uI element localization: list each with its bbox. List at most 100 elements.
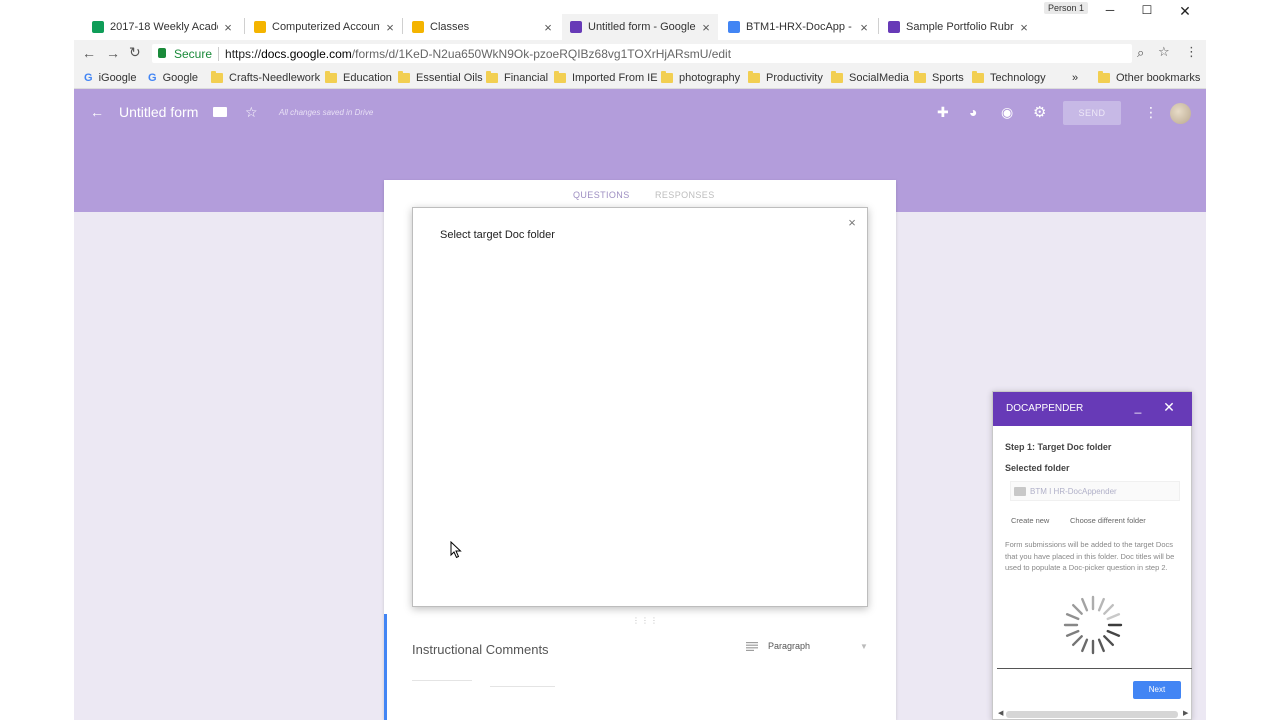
desktop-right-margin: [1206, 0, 1280, 720]
tab-label: 2017-18 Weekly Academ: [110, 21, 218, 33]
minimize-window-button[interactable]: ─: [1098, 3, 1122, 21]
folder-icon: [1098, 71, 1110, 83]
folder-icon: [831, 71, 843, 83]
bookmark-sports[interactable]: Sports: [914, 71, 964, 85]
tab-label: Sample Portfolio Rubric: [906, 21, 1014, 33]
browser-tab-docapp[interactable]: BTM1-HRX-DocApp - Go ×: [720, 14, 876, 40]
addons-icon[interactable]: ✚: [937, 104, 949, 121]
browser-tab-untitled-form[interactable]: Untitled form - Google F ×: [562, 14, 718, 40]
loading-spinner-icon: [1063, 595, 1123, 655]
tab-label: Computerized Accounting: [272, 21, 380, 33]
scroll-left-icon[interactable]: ◀: [998, 709, 1003, 717]
send-button[interactable]: SEND: [1063, 101, 1121, 125]
tab-questions[interactable]: QUESTIONS: [573, 190, 630, 200]
bookmark-star-icon[interactable]: ☆: [1158, 44, 1170, 60]
paragraph-icon: [746, 642, 758, 651]
browser-tab-weekly[interactable]: 2017-18 Weekly Academ ×: [84, 14, 240, 40]
question-card[interactable]: [384, 614, 896, 720]
close-panel-button[interactable]: ✕: [1162, 399, 1176, 416]
google-icon: G: [84, 72, 93, 84]
bookmark-label: photography: [679, 72, 741, 84]
bookmark-crafts[interactable]: Crafts-Needlework: [211, 71, 320, 85]
bookmark-label: Financial: [504, 72, 549, 84]
bookmark-education[interactable]: Education: [325, 71, 392, 85]
bookmark-google[interactable]: G Google: [148, 71, 198, 85]
google-icon: G: [148, 72, 157, 84]
scroll-right-icon[interactable]: ▶: [1183, 709, 1188, 717]
bookmark-label: Google: [162, 72, 199, 84]
folder-name: BTM I HR-DocAppender: [1030, 486, 1117, 496]
avatar[interactable]: [1170, 103, 1191, 124]
question-title[interactable]: Instructional Comments: [412, 642, 549, 657]
bookmark-productivity[interactable]: Productivity: [748, 71, 823, 85]
back-arrow-icon[interactable]: ←: [90, 104, 104, 120]
bookmark-financial[interactable]: Financial: [486, 71, 548, 85]
bookmark-label: iGoogle: [98, 72, 137, 84]
folder-picker-dialog: [412, 207, 868, 607]
sheets-icon: [92, 21, 104, 33]
browser-tab-classes[interactable]: Classes ×: [404, 14, 560, 40]
selected-folder-field[interactable]: BTM I HR-DocAppender: [1010, 481, 1180, 501]
minimize-panel-button[interactable]: _: [1131, 400, 1145, 414]
forward-icon[interactable]: →: [106, 45, 120, 61]
folder-icon: [661, 71, 673, 83]
browser-tab-portfolio[interactable]: Sample Portfolio Rubric ×: [880, 14, 1036, 40]
question-type-select[interactable]: Paragraph: [768, 641, 810, 651]
secure-label: Secure: [174, 46, 213, 61]
form-title[interactable]: Untitled form: [119, 104, 198, 120]
star-icon[interactable]: ☆: [245, 104, 258, 121]
close-tab-icon[interactable]: ×: [700, 20, 712, 35]
horizontal-scrollbar[interactable]: [1006, 711, 1178, 718]
close-window-button[interactable]: ✕: [1173, 3, 1197, 21]
forms-icon: [888, 21, 900, 33]
folder-icon: [1014, 486, 1026, 496]
bookmark-label: SocialMedia: [849, 72, 909, 84]
more-options-icon[interactable]: ⋮: [1144, 104, 1158, 121]
url-host: docs.google.com: [261, 46, 352, 61]
preview-eye-icon[interactable]: ◉: [1001, 104, 1013, 121]
saved-status: All changes saved in Drive: [279, 108, 374, 117]
drag-handle-icon[interactable]: ⋮⋮⋮: [632, 616, 659, 625]
folder-icon: [486, 71, 498, 83]
tab-responses[interactable]: RESPONSES: [655, 190, 715, 200]
folder-icon: [398, 71, 410, 83]
bookmark-label: Other bookmarks: [1116, 72, 1201, 84]
address-bar[interactable]: Secure https://docs.google.com/forms/d/1…: [152, 44, 1132, 63]
placeholder-line: [412, 680, 472, 681]
bookmark-imported[interactable]: Imported From IE: [554, 71, 658, 85]
close-tab-icon[interactable]: ×: [542, 20, 554, 35]
choose-folder-button[interactable]: Choose different folder: [1070, 516, 1146, 525]
profile-label[interactable]: Person 1: [1044, 2, 1089, 14]
bookmark-technology[interactable]: Technology: [972, 71, 1046, 85]
maximize-window-button[interactable]: ☐: [1135, 3, 1159, 21]
bookmark-socialmedia[interactable]: SocialMedia: [831, 71, 909, 85]
close-tab-icon[interactable]: ×: [222, 20, 234, 35]
bookmark-label: Crafts-Needlework: [229, 72, 321, 84]
close-tab-icon[interactable]: ×: [1018, 20, 1030, 35]
browser-menu-icon[interactable]: ⋮: [1185, 44, 1198, 60]
browser-tab-accounting[interactable]: Computerized Accounting ×: [246, 14, 402, 40]
bookmark-essential-oils[interactable]: Essential Oils: [398, 71, 483, 85]
folder-icon[interactable]: [213, 107, 227, 117]
next-button[interactable]: Next: [1133, 681, 1181, 699]
settings-gear-icon[interactable]: ⚙: [1033, 103, 1046, 121]
dropdown-caret-icon: ▼: [860, 642, 868, 651]
panel-description: Form submissions will be added to the ta…: [1005, 540, 1175, 572]
bookmark-photography[interactable]: photography: [661, 71, 740, 85]
bookmark-label: Education: [343, 72, 392, 84]
close-dialog-button[interactable]: ×: [845, 215, 859, 230]
bookmarks-overflow-button[interactable]: »: [1072, 71, 1078, 85]
forms-icon: [570, 21, 582, 33]
create-new-button[interactable]: Create new: [1011, 516, 1049, 525]
classroom-icon: [412, 21, 424, 33]
palette-icon[interactable]: ◕: [969, 104, 977, 120]
back-icon[interactable]: ←: [82, 45, 96, 61]
close-tab-icon[interactable]: ×: [858, 20, 870, 35]
tab-label: Classes: [430, 21, 470, 33]
bookmark-other[interactable]: Other bookmarks: [1098, 71, 1200, 85]
search-icon[interactable]: ⌕: [1137, 45, 1144, 61]
bookmark-label: Imported From IE: [572, 72, 658, 84]
reload-icon[interactable]: ↻: [129, 44, 141, 61]
close-tab-icon[interactable]: ×: [384, 20, 396, 35]
bookmark-igoogle[interactable]: GiGoogle: [84, 71, 136, 85]
